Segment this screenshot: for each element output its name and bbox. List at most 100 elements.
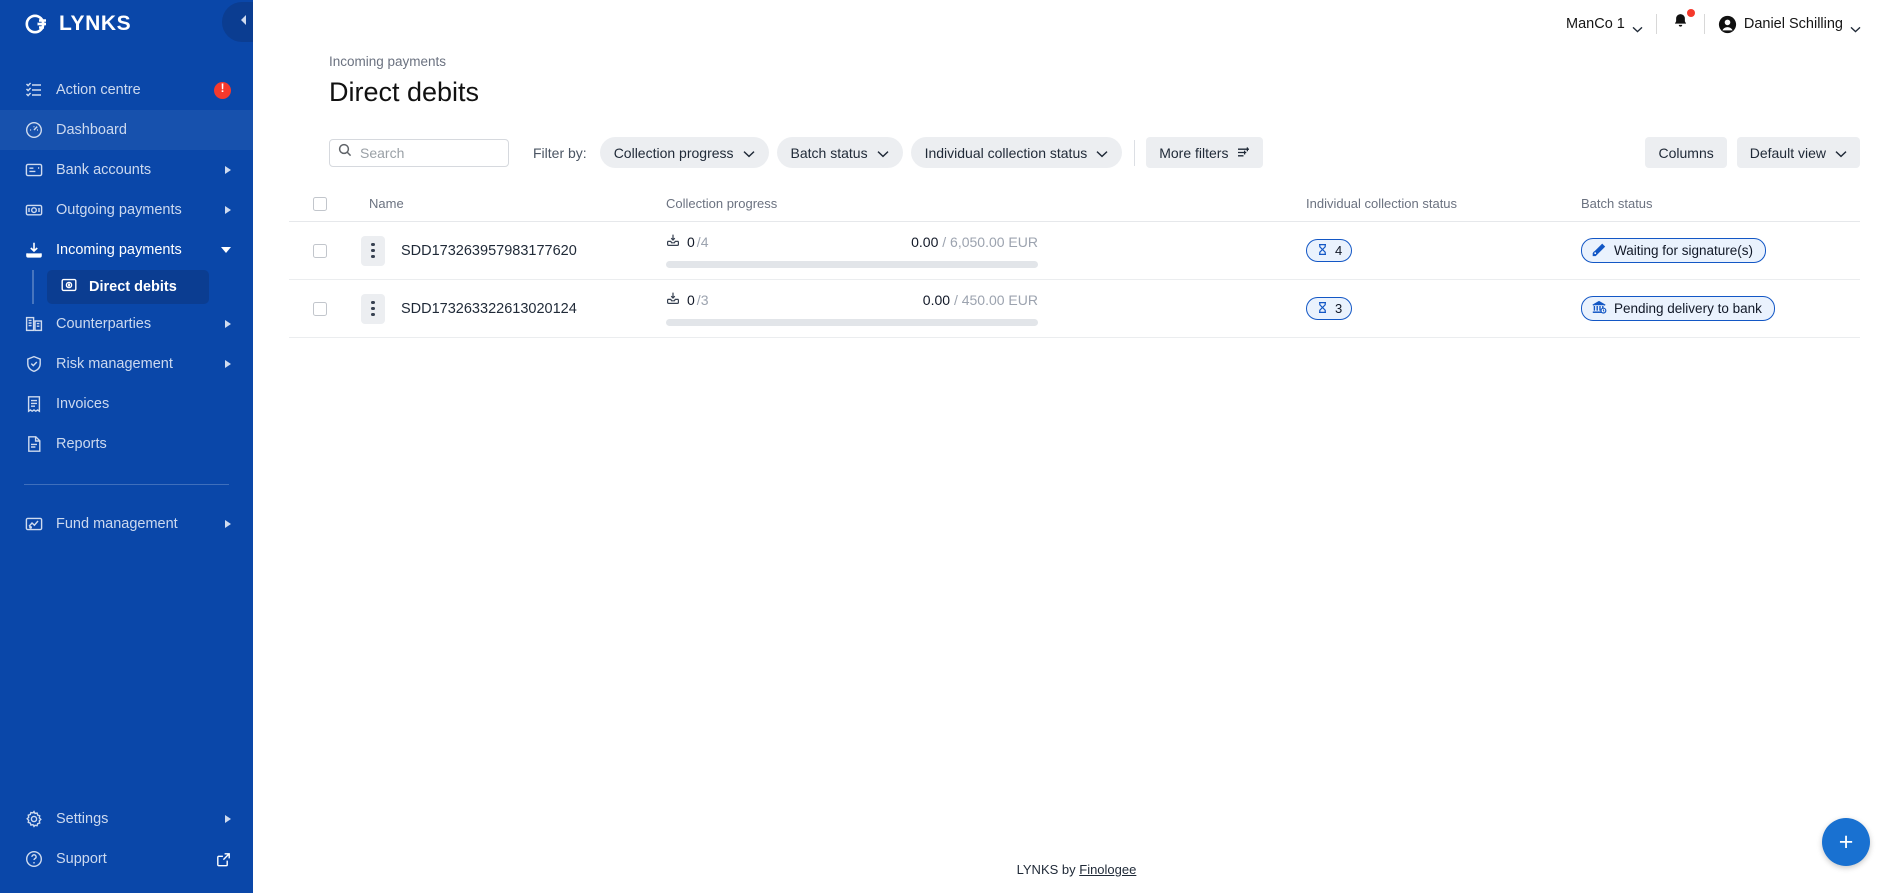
signature-pen-icon	[1591, 241, 1607, 260]
chevron-right-icon	[225, 815, 231, 823]
sidebar-item-action-centre[interactable]: Action centre !	[0, 70, 253, 110]
plus-icon: +	[1838, 827, 1854, 856]
individual-status-count: 4	[1335, 243, 1343, 258]
row-name: SDD173263957983177620	[401, 242, 577, 259]
brand-name: LYNKS	[59, 12, 132, 35]
sidebar-item-reports[interactable]: Reports	[0, 424, 253, 464]
row-actions-button[interactable]	[361, 293, 385, 324]
sidebar-item-dashboard[interactable]: Dashboard	[0, 110, 253, 150]
lynks-logo-icon	[24, 11, 50, 37]
columns-button[interactable]: Columns	[1645, 137, 1727, 168]
sidebar-item-label: Support	[56, 851, 107, 867]
document-icon	[24, 435, 43, 454]
notifications-button[interactable]	[1657, 9, 1704, 36]
sidebar-divider	[24, 484, 229, 485]
progress-amount: 0.00 / 450.00 EUR	[923, 292, 1038, 308]
chevron-down-icon	[1835, 145, 1847, 161]
progress-done: 0	[687, 233, 695, 250]
breadcrumb: Incoming payments	[329, 54, 447, 69]
row-checkbox[interactable]	[313, 301, 327, 316]
chevron-right-icon	[225, 520, 231, 528]
chevron-down-icon	[221, 247, 231, 253]
column-header-individual-collection-status[interactable]: Individual collection status	[1306, 196, 1581, 211]
filter-by-label: Filter by:	[533, 144, 587, 161]
view-selector[interactable]: Default view	[1736, 137, 1860, 168]
chevron-right-icon	[225, 166, 231, 174]
page-content: Incoming payments Direct debits Filter b…	[253, 48, 1900, 893]
bell-icon	[1671, 14, 1690, 35]
direct-debits-table: Name Collection progress Individual coll…	[289, 192, 1860, 338]
add-button[interactable]: +	[1822, 818, 1870, 866]
row-name: SDD173263322613020124	[401, 300, 577, 317]
amount-paid: 0.00	[922, 291, 951, 308]
table-row[interactable]: SDD173263957983177620 0 /4 0.00 / 6,050.…	[289, 222, 1860, 280]
toolbar-right: Columns Default view	[1645, 137, 1860, 168]
select-all-checkbox[interactable]	[313, 196, 327, 211]
sidebar-item-invoices[interactable]: Invoices	[0, 384, 253, 424]
sidebar-item-support[interactable]: Support	[0, 839, 253, 879]
sidebar-item-counterparties[interactable]: Counterparties	[0, 304, 253, 344]
row-progress-cell: 0 /3 0.00 / 450.00 EUR	[666, 291, 1306, 326]
sidebar-item-direct-debits[interactable]: Direct debits	[47, 270, 209, 304]
sidebar-item-label: Incoming payments	[56, 242, 182, 258]
sidebar-item-outgoing-payments[interactable]: Outgoing payments	[0, 190, 253, 230]
sidebar-item-fund-management[interactable]: Fund management	[0, 504, 253, 544]
sidebar-item-incoming-payments[interactable]: Incoming payments	[0, 230, 253, 270]
sidebar-item-settings[interactable]: Settings	[0, 799, 253, 839]
progress-count: 0 /4	[666, 233, 708, 250]
sidebar-bottom-nav: Settings Support	[0, 799, 253, 893]
row-individual-status-cell: 3	[1306, 297, 1581, 320]
row-name-cell: SDD173263957983177620	[351, 235, 666, 266]
row-actions-button[interactable]	[361, 235, 385, 266]
column-header-name[interactable]: Name	[351, 196, 666, 211]
progress-done: 0	[687, 291, 695, 308]
shield-check-icon	[24, 355, 43, 374]
table-header-row: Name Collection progress Individual coll…	[289, 192, 1860, 222]
search-input[interactable]	[360, 144, 500, 161]
progress-bar	[666, 319, 1038, 326]
toolbar-divider	[1134, 139, 1136, 166]
progress-total: /3	[696, 291, 709, 308]
progress-total: /4	[696, 233, 709, 250]
chevron-down-icon	[1850, 21, 1861, 33]
amount-separator: /	[942, 233, 947, 250]
footer-link[interactable]: Finologee	[1079, 862, 1136, 877]
sidebar-subitem-label: Direct debits	[89, 279, 177, 295]
column-header-collection-progress[interactable]: Collection progress	[666, 196, 1306, 211]
progress-count: 0 /3	[666, 291, 708, 308]
bank-card-icon	[24, 161, 43, 180]
batch-status-label: Waiting for signature(s)	[1614, 243, 1754, 258]
column-header-batch-status[interactable]: Batch status	[1581, 196, 1860, 211]
user-menu[interactable]: Daniel Schilling	[1705, 15, 1874, 34]
table-row[interactable]: SDD173263322613020124 0 /3 0.00 / 450.00…	[289, 280, 1860, 338]
row-checkbox[interactable]	[313, 243, 327, 258]
batch-status-badge[interactable]: Pending delivery to bank	[1581, 296, 1775, 321]
filter-individual-collection-status[interactable]: Individual collection status	[910, 137, 1123, 168]
collection-inbox-icon	[666, 233, 680, 250]
sidebar-item-label: Reports	[56, 436, 107, 452]
sidebar-item-risk-management[interactable]: Risk management	[0, 344, 253, 384]
search-box[interactable]	[329, 138, 509, 167]
brand[interactable]: LYNKS	[0, 0, 253, 48]
sidebar: LYNKS Action centre ! Dashboard Bank acc…	[0, 0, 266, 893]
filter-collection-progress[interactable]: Collection progress	[599, 137, 769, 168]
progress-amount: 0.00 / 6,050.00 EUR	[911, 234, 1038, 250]
notification-indicator	[1686, 9, 1695, 17]
banknote-icon	[24, 201, 43, 220]
hourglass-icon	[1316, 301, 1329, 317]
filter-batch-status[interactable]: Batch status	[776, 137, 903, 168]
org-switcher[interactable]: ManCo 1	[1553, 16, 1656, 33]
sidebar-item-label: Fund management	[56, 516, 178, 532]
more-filters-button[interactable]: More filters	[1146, 137, 1264, 168]
batch-status-badge[interactable]: Waiting for signature(s)	[1581, 238, 1767, 263]
individual-status-badge[interactable]: 3	[1306, 297, 1353, 320]
individual-status-badge[interactable]: 4	[1306, 239, 1353, 262]
topbar: ManCo 1 Daniel Schilling	[253, 0, 1900, 48]
sidebar-item-label: Settings	[56, 811, 109, 827]
incoming-payments-submenu: Direct debits	[0, 270, 253, 304]
sidebar-item-bank-accounts[interactable]: Bank accounts	[0, 150, 253, 190]
filter-label: Batch status	[790, 144, 868, 161]
select-all-cell	[289, 196, 351, 211]
search-icon	[338, 143, 352, 162]
view-label: Default view	[1749, 144, 1826, 161]
